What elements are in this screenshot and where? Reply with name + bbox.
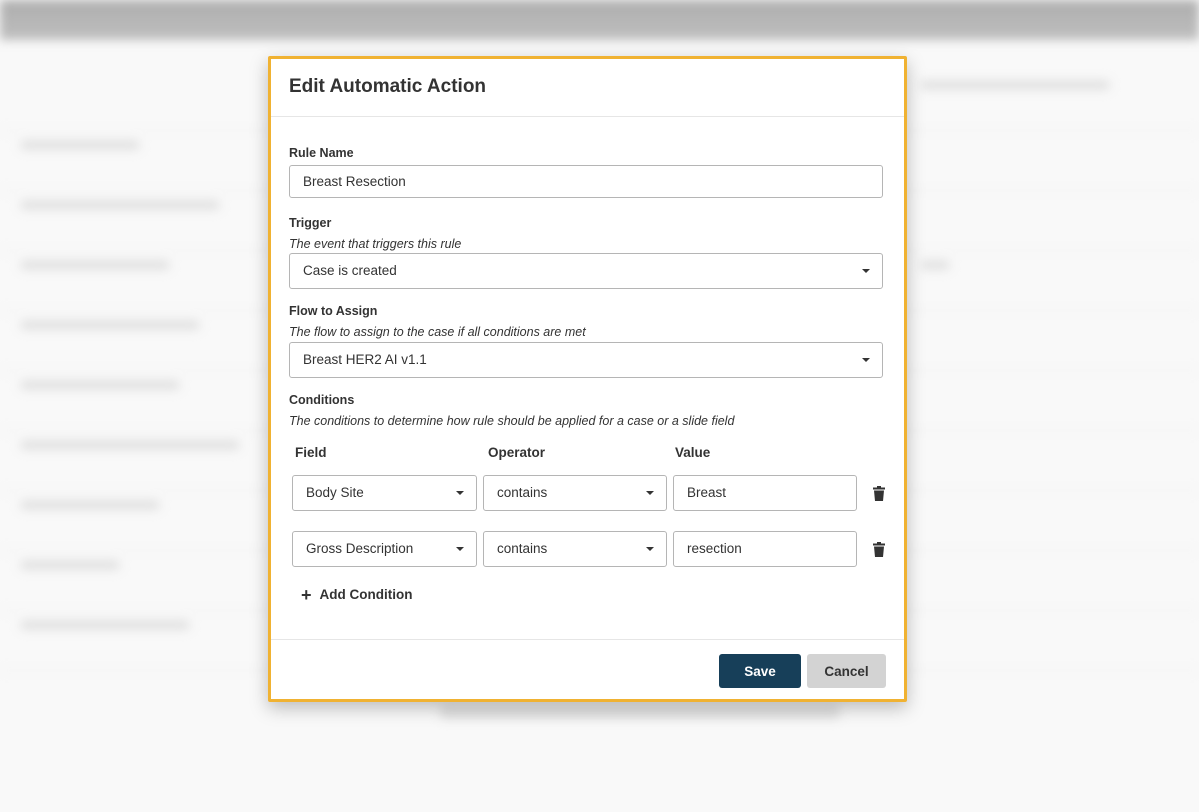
flow-select-value: Breast HER2 AI v1.1 [303,352,427,367]
conditions-help-text: The conditions to determine how rule sho… [289,414,735,428]
dialog-footer: Save Cancel [271,639,904,700]
trash-icon[interactable] [873,542,885,557]
condition-field-select[interactable]: Body Site [292,475,477,511]
condition-operator-select[interactable]: contains [483,475,667,511]
caret-down-icon [646,547,654,551]
flow-label: Flow to Assign [289,304,378,318]
caret-down-icon [862,269,870,273]
trigger-select-value: Case is created [303,263,397,278]
flow-select[interactable]: Breast HER2 AI v1.1 [289,342,883,378]
condition-field-value: Body Site [306,485,364,500]
conditions-label: Conditions [289,393,355,407]
trigger-help-text: The event that triggers this rule [289,237,462,251]
trigger-label: Trigger [289,216,332,230]
caret-down-icon [862,358,870,362]
condition-field-value: Gross Description [306,541,414,556]
condition-value-input[interactable]: Breast [673,475,857,511]
flow-help-text: The flow to assign to the case if all co… [289,325,586,339]
caret-down-icon [646,491,654,495]
column-header-field: Field [295,445,327,460]
edit-automatic-action-dialog: Edit Automatic Action Rule Name Breast R… [268,56,907,702]
trigger-select[interactable]: Case is created [289,253,883,289]
column-header-operator: Operator [488,445,546,460]
plus-icon: + [301,584,312,605]
trash-icon[interactable] [873,486,885,501]
cancel-button[interactable]: Cancel [807,654,886,688]
dialog-title: Edit Automatic Action [289,76,487,97]
caret-down-icon [456,547,464,551]
condition-operator-select[interactable]: contains [483,531,667,567]
caret-down-icon [456,491,464,495]
condition-operator-value: contains [497,485,548,500]
save-button[interactable]: Save [719,654,801,688]
add-condition-button[interactable]: + Add Condition [301,584,413,605]
dialog-header: Edit Automatic Action [271,59,904,117]
rule-name-label: Rule Name [289,146,354,160]
condition-operator-value: contains [497,541,548,556]
rule-name-input[interactable]: Breast Resection [289,165,883,198]
column-header-value: Value [675,445,711,460]
add-condition-label: Add Condition [319,587,413,602]
condition-field-select[interactable]: Gross Description [292,531,477,567]
condition-value-input[interactable]: resection [673,531,857,567]
